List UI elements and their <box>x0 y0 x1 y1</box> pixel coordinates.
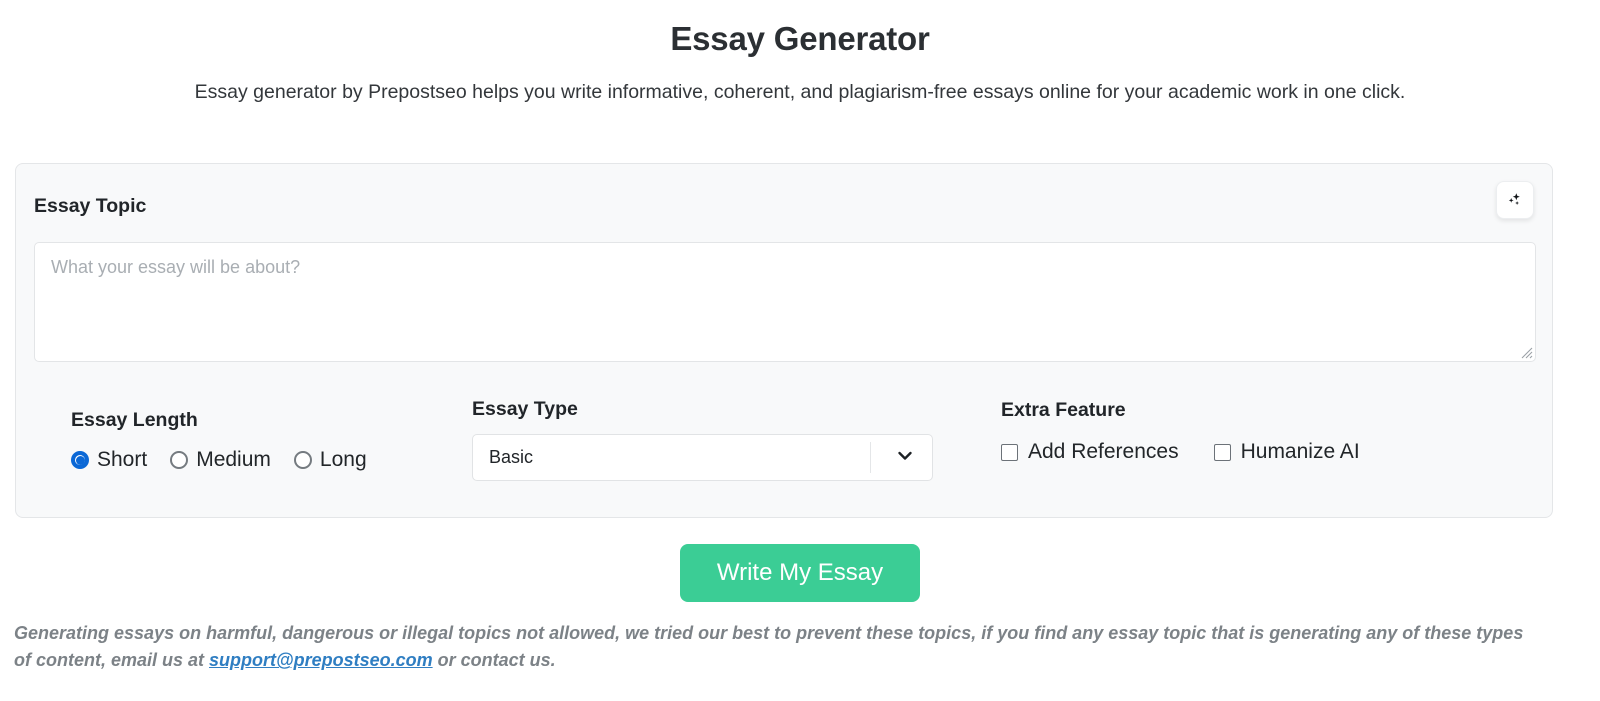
checkbox-humanize-ai[interactable]: Humanize AI <box>1213 440 1360 464</box>
card-header: Essay Topic <box>16 164 1552 240</box>
essay-generator-page: Essay Generator Essay generator by Prepo… <box>0 0 1600 701</box>
write-my-essay-button[interactable]: Write My Essay <box>679 544 921 602</box>
essay-type-selected-value: Basic <box>489 447 534 467</box>
essay-type-select[interactable]: Basic <box>472 434 933 481</box>
checkbox-add-references[interactable]: Add References <box>1001 440 1179 464</box>
radio-label-medium: Medium <box>196 448 271 471</box>
essay-length-title: Essay Length <box>71 409 198 431</box>
essay-type-select-wrapper: Basic <box>472 434 933 481</box>
page-title: Essay Generator <box>670 20 930 57</box>
radio-essay-length-long[interactable]: Long <box>293 448 367 472</box>
extra-feature-title: Extra Feature <box>1001 399 1126 421</box>
checkbox-label-add-references: Add References <box>1028 440 1179 463</box>
essay-length-group: Essay Length Short Medium Long <box>71 409 367 472</box>
radio-indicator-long[interactable] <box>293 451 312 469</box>
extra-feature-group: Extra Feature Add References Humanize AI <box>1001 399 1360 464</box>
essay-form-card: Essay Topic What your essay will be abou… <box>15 163 1553 518</box>
select-divider <box>870 442 871 473</box>
radio-indicator-medium[interactable] <box>170 451 189 469</box>
options-row: Essay Length Short Medium Long Essay Typ… <box>16 379 1552 499</box>
ai-generate-topic-button[interactable] <box>1496 181 1534 219</box>
support-email-link[interactable]: support@prepostseo.com <box>209 650 433 670</box>
extra-feature-checkbox-row: Add References Humanize AI <box>1001 440 1360 464</box>
essay-topic-field-wrapper <box>34 242 1536 362</box>
checkbox-label-humanize-ai: Humanize AI <box>1240 440 1360 463</box>
essay-topic-label: Essay Topic <box>34 195 147 217</box>
checkbox-indicator-humanize-ai[interactable] <box>1213 443 1231 461</box>
page-subtitle: Essay generator by Prepostseo helps you … <box>194 81 1406 104</box>
essay-type-group: Essay Type Basic <box>472 398 933 481</box>
radio-indicator-short[interactable] <box>71 451 89 469</box>
checkbox-indicator-add-references[interactable] <box>1001 443 1018 461</box>
radio-label-short: Short <box>97 448 148 471</box>
essay-topic-input[interactable] <box>34 242 1536 362</box>
disclaimer-part-2: or contact us. <box>432 650 556 671</box>
essay-length-radio-row: Short Medium Long <box>71 448 367 472</box>
sparkles-icon <box>1505 190 1525 210</box>
radio-label-long: Long <box>319 448 367 471</box>
radio-essay-length-medium[interactable]: Medium <box>170 448 271 472</box>
submit-row: Write My Essay <box>0 544 1600 602</box>
radio-essay-length-short[interactable]: Short <box>71 448 147 472</box>
page-header: Essay Generator Essay generator by Prepo… <box>0 0 1600 107</box>
essay-type-title: Essay Type <box>472 398 578 420</box>
disclaimer-text: Generating essays on harmful, dangerous … <box>14 620 1524 675</box>
